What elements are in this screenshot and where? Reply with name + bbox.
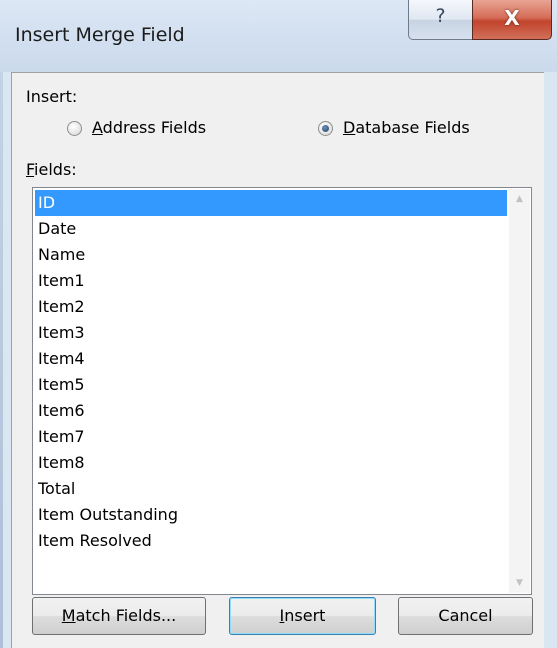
list-item-id[interactable]: ID (35, 190, 507, 216)
radio-selected-dot (322, 125, 329, 132)
list-item-item8[interactable]: Item8 (35, 450, 507, 476)
cancel-button[interactable]: Cancel (398, 597, 533, 635)
title-bar[interactable]: Insert Merge Field ? X (0, 0, 557, 72)
insert-label: Insert: (26, 87, 78, 106)
list-item-item4[interactable]: Item4 (35, 346, 507, 372)
help-button[interactable]: ? (408, 0, 473, 40)
dialog-body: Insert: Address Fields Database Fields F… (11, 72, 544, 648)
window-title: Insert Merge Field (15, 24, 185, 46)
list-item-item-resolved[interactable]: Item Resolved (35, 528, 507, 554)
fields-scrollbar[interactable]: ▲ ▼ (509, 189, 530, 593)
scroll-down-arrow-icon[interactable]: ▼ (509, 573, 530, 593)
scroll-up-arrow-icon[interactable]: ▲ (509, 189, 530, 209)
match-fields-button[interactable]: Match Fields... (32, 597, 206, 635)
address-fields-radio[interactable] (67, 121, 82, 136)
database-fields-radio[interactable] (318, 121, 333, 136)
list-item-item5[interactable]: Item5 (35, 372, 507, 398)
fields-listbox[interactable]: ID Date Name Item1 Item2 Item3 Item4 Ite… (32, 187, 532, 595)
database-fields-label[interactable]: Database Fields (343, 118, 470, 137)
close-icon: X (504, 6, 520, 30)
list-item-item3[interactable]: Item3 (35, 320, 507, 346)
list-item-item7[interactable]: Item7 (35, 424, 507, 450)
list-item-date[interactable]: Date (35, 216, 507, 242)
address-fields-label[interactable]: Address Fields (92, 118, 206, 137)
list-item-item-outstanding[interactable]: Item Outstanding (35, 502, 507, 528)
list-item-item6[interactable]: Item6 (35, 398, 507, 424)
help-icon: ? (435, 5, 446, 27)
insert-merge-field-dialog: Insert Merge Field ? X Insert: Address F… (0, 0, 557, 648)
close-button[interactable]: X (472, 0, 552, 40)
list-item-name[interactable]: Name (35, 242, 507, 268)
fields-label: Fields: (26, 160, 77, 179)
list-item-item2[interactable]: Item2 (35, 294, 507, 320)
window-left-edge (0, 0, 3, 648)
insert-button[interactable]: Insert (229, 597, 376, 635)
list-item-item1[interactable]: Item1 (35, 268, 507, 294)
list-item-total[interactable]: Total (35, 476, 507, 502)
fields-list: ID Date Name Item1 Item2 Item3 Item4 Ite… (35, 190, 507, 554)
